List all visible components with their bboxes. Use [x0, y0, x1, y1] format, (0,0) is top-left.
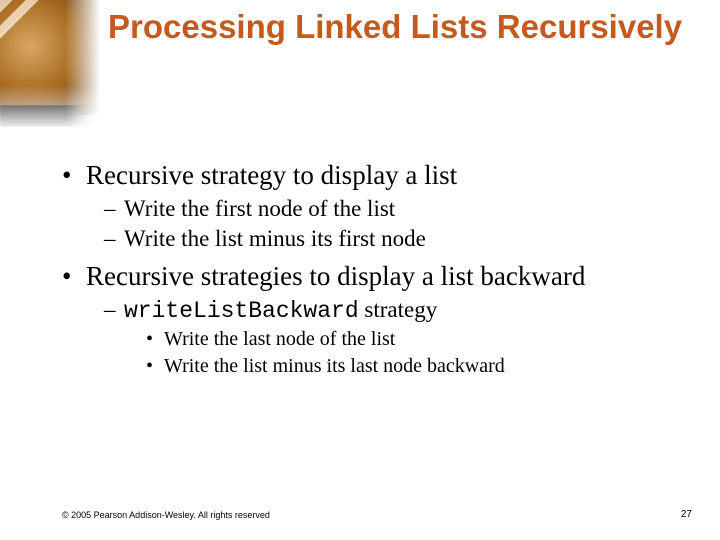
- copyright-footer: © 2005 Pearson Addison-Wesley. All right…: [62, 510, 270, 520]
- bullet-level1: Recursive strategies to display a list b…: [62, 261, 682, 292]
- slide-title: Processing Linked Lists Recursively: [108, 8, 698, 46]
- bullet-text: Recursive strategy to display a list: [86, 160, 457, 190]
- bullet-text: Recursive strategies to display a list b…: [86, 261, 585, 291]
- bullet-level3: Write the list minus its last node backw…: [146, 354, 682, 379]
- bullet-level2: writeListBackward strategy: [104, 296, 682, 325]
- bullet-text: Write the list minus its first node: [124, 226, 426, 251]
- bullet-level2: Write the first node of the list: [104, 195, 682, 223]
- code-text: writeListBackward: [124, 298, 359, 324]
- header-decoration: [0, 0, 100, 130]
- header-fade: [0, 0, 100, 130]
- bullet-text: Write the first node of the list: [124, 196, 395, 221]
- bullet-level1: Recursive strategy to display a list: [62, 160, 682, 191]
- slide-body: Recursive strategy to display a list Wri…: [62, 160, 682, 381]
- bullet-text: Write the list minus its last node backw…: [164, 355, 505, 377]
- bullet-text: strategy: [359, 297, 438, 322]
- page-number: 27: [681, 509, 692, 520]
- slide: Processing Linked Lists Recursively Recu…: [0, 0, 720, 540]
- bullet-level3: Write the last node of the list: [146, 327, 682, 352]
- bullet-text: Write the last node of the list: [164, 328, 395, 350]
- bullet-level2: Write the list minus its first node: [104, 225, 682, 253]
